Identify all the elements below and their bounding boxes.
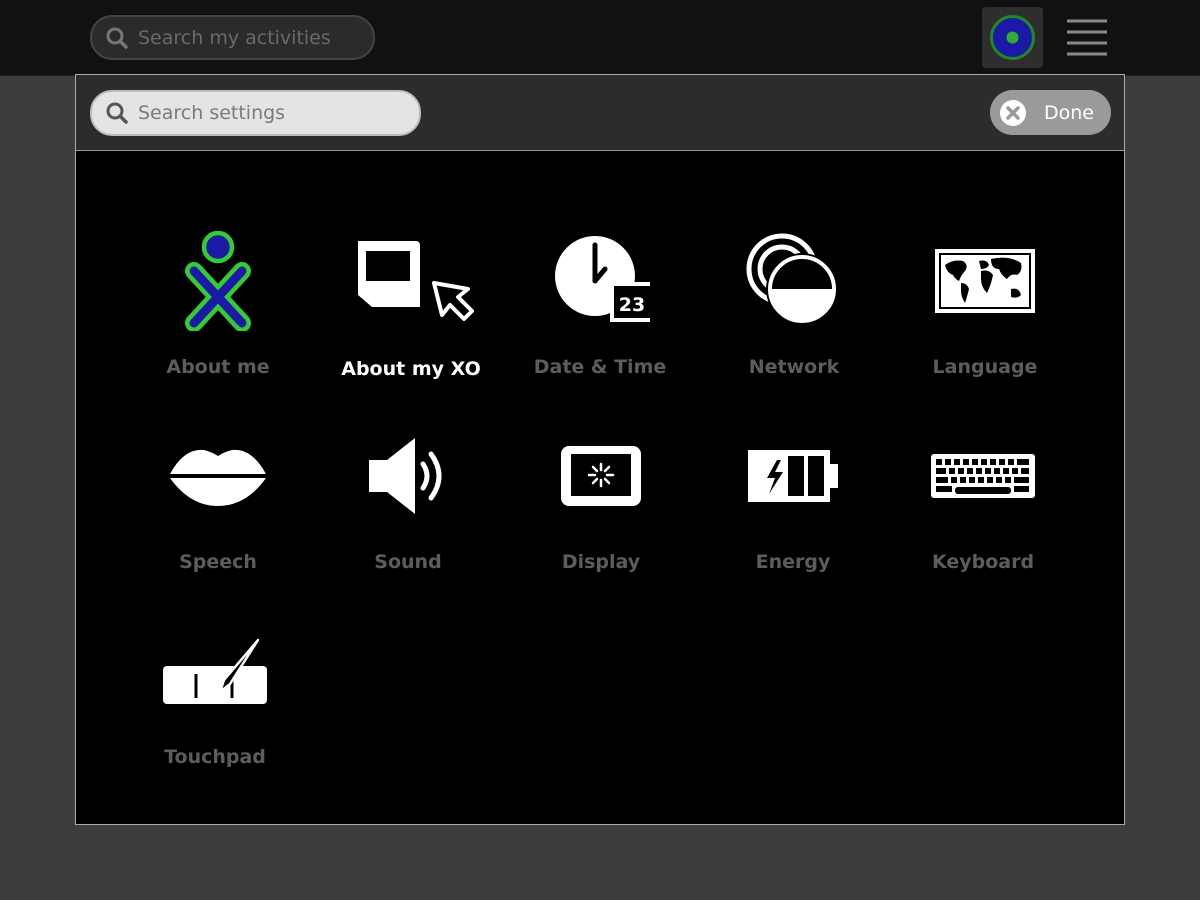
- settings-item-speech[interactable]: Speech: [128, 421, 308, 591]
- keyboard-icon: [931, 454, 1035, 498]
- settings-search-box[interactable]: [90, 90, 421, 136]
- xo-person-icon: [185, 231, 251, 331]
- done-button[interactable]: Done: [990, 90, 1111, 135]
- done-label: Done: [1044, 101, 1094, 124]
- settings-search-input[interactable]: [138, 102, 338, 124]
- item-label: Language: [932, 356, 1038, 378]
- settings-item-display[interactable]: Display: [511, 421, 691, 591]
- item-label: Sound: [374, 551, 442, 573]
- item-label: Keyboard: [931, 551, 1035, 573]
- item-label: About my XO: [341, 358, 481, 380]
- settings-item-about-me[interactable]: About me: [128, 226, 308, 396]
- display-icon: [561, 446, 641, 506]
- home-view-button[interactable]: [982, 7, 1043, 68]
- world-map-icon: [935, 249, 1035, 313]
- home-view-icon: [990, 15, 1035, 60]
- search-icon: [106, 27, 128, 49]
- search-icon: [106, 102, 128, 124]
- item-label: Speech: [179, 551, 257, 573]
- item-label: Display: [561, 551, 641, 573]
- settings-item-date-time[interactable]: 23 Date & Time: [510, 226, 690, 396]
- settings-item-sound[interactable]: Sound: [318, 421, 498, 591]
- settings-item-network[interactable]: Network: [704, 226, 884, 396]
- item-label: Touchpad: [164, 746, 266, 768]
- settings-grid: About me About my XO 23 Date & Time Netw…: [76, 151, 1124, 824]
- top-frame-bar: [0, 0, 1200, 76]
- item-label: Date & Time: [533, 356, 667, 378]
- settings-item-touchpad[interactable]: Touchpad: [125, 616, 305, 786]
- lips-icon: [170, 449, 266, 506]
- item-label: Energy: [755, 551, 831, 573]
- list-view-button[interactable]: [1064, 18, 1110, 58]
- settings-item-keyboard[interactable]: Keyboard: [893, 421, 1073, 591]
- activity-search-input[interactable]: [138, 26, 338, 49]
- network-icon: [746, 233, 838, 325]
- touchpad-icon: [163, 638, 267, 704]
- item-label: Network: [748, 356, 840, 378]
- clock-calendar-icon: 23: [555, 236, 650, 322]
- settings-item-about-my-xo[interactable]: About my XO: [321, 226, 501, 396]
- computer-arrow-icon: [358, 241, 474, 321]
- speaker-icon: [369, 438, 442, 514]
- settings-item-energy[interactable]: Energy: [703, 421, 883, 591]
- calendar-day: 23: [619, 294, 645, 316]
- item-label: About me: [166, 356, 270, 378]
- settings-item-language[interactable]: Language: [895, 226, 1075, 396]
- battery-icon: [748, 450, 838, 502]
- close-icon: [1000, 99, 1026, 126]
- list-view-icon: [1067, 19, 1107, 56]
- activity-search-box[interactable]: [90, 15, 375, 60]
- settings-panel: Done About me: [75, 74, 1125, 825]
- settings-toolbar: Done: [76, 75, 1124, 151]
